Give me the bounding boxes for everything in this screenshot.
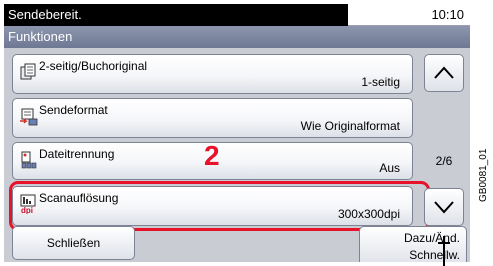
callout-pointer-tick <box>438 242 450 244</box>
clock-box: 10:10 <box>348 4 470 26</box>
status-message: Sendebereit. <box>8 7 82 22</box>
function-item-label: Dateitrennung <box>39 147 115 161</box>
add-edit-shortcut-button[interactable]: Dazu/Änd. Schnellw. <box>359 226 467 262</box>
section-header: Funktionen <box>4 26 470 48</box>
status-bar: Sendebereit. 10:10 <box>4 4 470 26</box>
scroll-up-button[interactable] <box>424 54 464 92</box>
clock-time: 10:10 <box>431 7 464 22</box>
close-button-label: Schließen <box>46 236 101 250</box>
function-item-value: Aus <box>379 161 400 175</box>
page-indicator: 2/6 <box>435 154 453 168</box>
send-format-icon <box>20 108 38 126</box>
function-item-value: Wie Originalformat <box>300 119 400 133</box>
scroll-down-button[interactable] <box>424 188 464 226</box>
touch-panel-screen: Sendebereit. 10:10 Funktionen 2-seitig/B… <box>4 4 470 262</box>
duplex-book-icon <box>20 63 36 80</box>
file-separation-icon <box>21 151 37 169</box>
function-item-send-format[interactable]: Sendeformat Wie Originalformat <box>12 98 413 138</box>
callout-pointer-line <box>443 236 445 266</box>
function-item-duplex[interactable]: 2-seitig/Buchoriginal 1-seitig <box>12 54 413 94</box>
chevron-down-icon <box>434 201 454 214</box>
function-item-label: Sendeformat <box>39 103 108 117</box>
function-item-value: 1-seitig <box>361 75 400 89</box>
add-edit-label: Dazu/Änd. <box>403 231 460 245</box>
document-id: GB0081_01 <box>478 148 489 202</box>
chevron-up-icon <box>434 66 454 79</box>
close-button[interactable]: Schließen <box>12 226 135 260</box>
selection-highlight <box>9 181 430 231</box>
shortcut-label: Schnellw. <box>409 248 460 262</box>
step-number-callout: 2 <box>204 140 220 171</box>
function-item-label: 2-seitig/Buchoriginal <box>39 59 148 73</box>
section-title: Funktionen <box>8 29 73 44</box>
